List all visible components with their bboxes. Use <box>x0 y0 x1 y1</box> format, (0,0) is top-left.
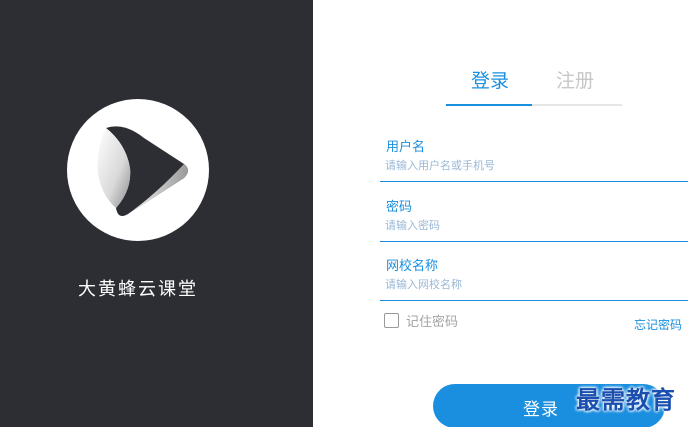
remember-password[interactable]: 记住密码 <box>384 311 458 330</box>
username-input[interactable] <box>385 157 675 173</box>
login-button-label: 登录 <box>523 400 559 420</box>
auth-tabs: 登录 注册 <box>446 64 622 106</box>
login-form-panel: 登录 注册 用户名 密码 网校名称 记住密码 忘记密码 登录 <box>313 0 699 427</box>
school-label: 网校名称 <box>386 259 439 274</box>
username-field: 用户名 <box>380 136 688 182</box>
password-field: 密码 <box>380 196 688 242</box>
app-name: 大黄蜂云课堂 <box>78 279 198 300</box>
brand-panel: 大黄蜂云课堂 <box>0 0 313 427</box>
remember-checkbox[interactable] <box>384 313 399 328</box>
school-input[interactable] <box>385 276 675 292</box>
active-tab-indicator <box>446 104 532 106</box>
tab-login[interactable]: 登录 <box>471 66 509 93</box>
school-field: 网校名称 <box>380 255 688 301</box>
password-input[interactable] <box>385 217 675 233</box>
forgot-password-link[interactable]: 忘记密码 <box>634 316 682 333</box>
remember-label: 记住密码 <box>406 315 459 330</box>
login-window: 大黄蜂云课堂 登录 注册 用户名 密码 网校名称 记住密码 忘记密码 登录 最需… <box>0 0 699 427</box>
username-label: 用户名 <box>386 140 426 155</box>
tab-register[interactable]: 注册 <box>556 66 594 93</box>
password-label: 密码 <box>386 200 413 215</box>
play-circle-logo-icon <box>67 99 209 241</box>
watermark-logo: 最需教育 <box>576 385 676 414</box>
